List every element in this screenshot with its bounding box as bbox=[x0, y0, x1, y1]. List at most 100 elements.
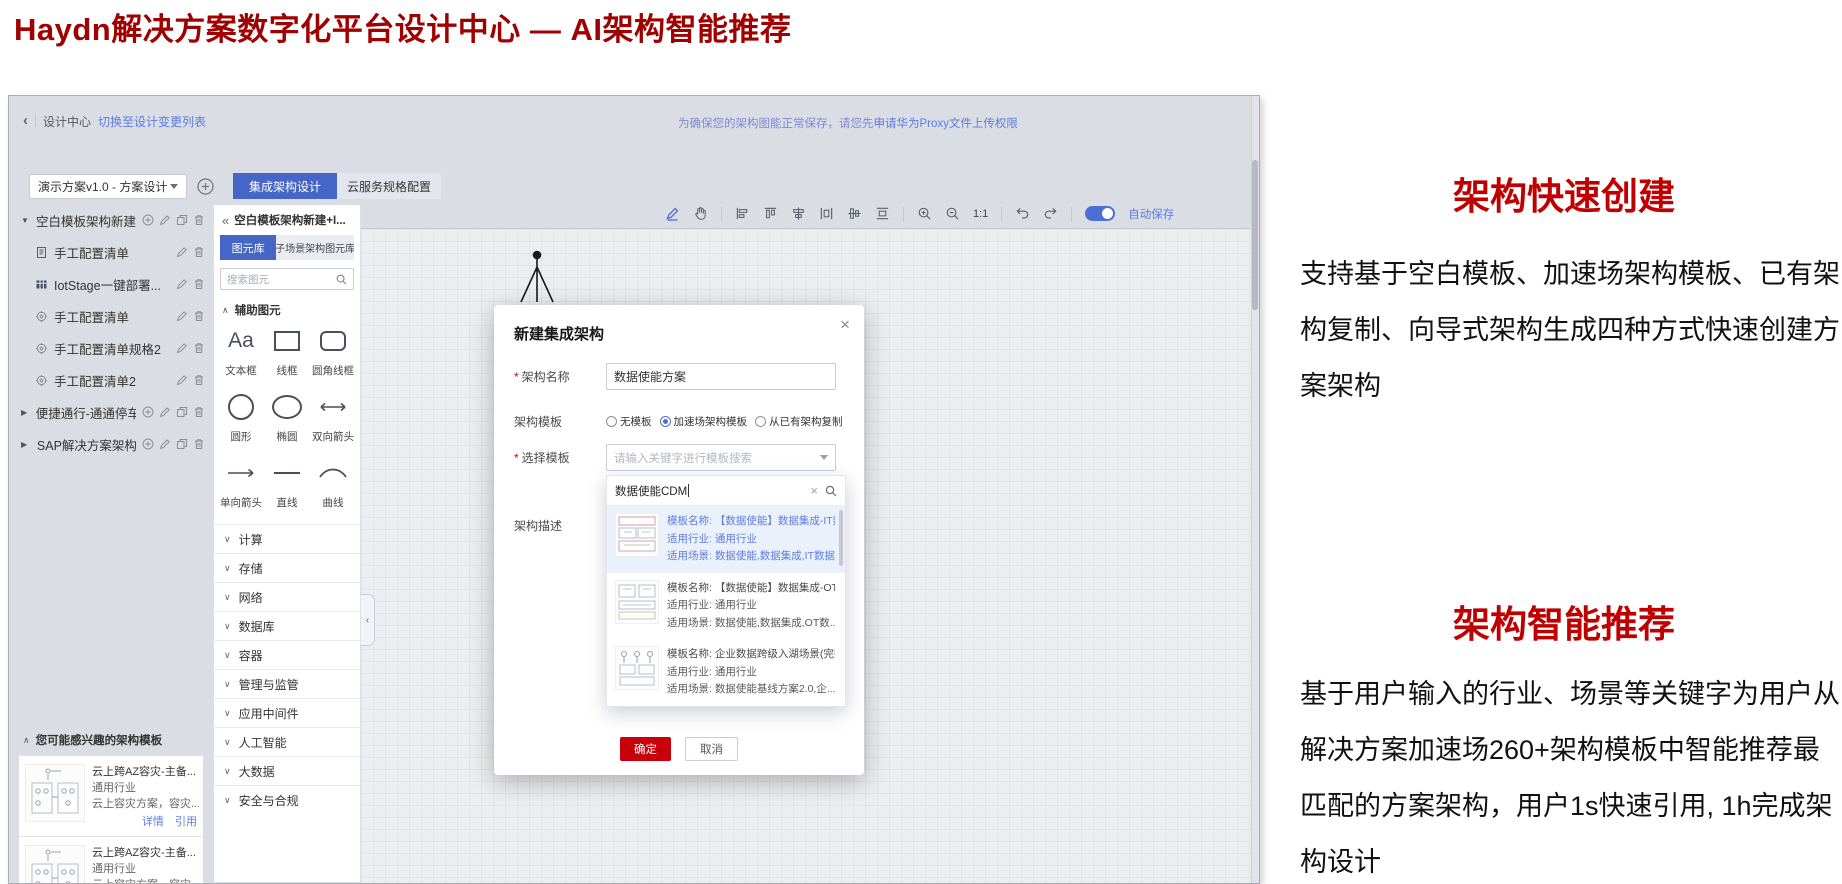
delete-icon[interactable] bbox=[193, 214, 205, 226]
radio-accelerator-template[interactable]: 加速场架构模板 bbox=[659, 414, 747, 429]
delete-icon[interactable] bbox=[193, 278, 205, 290]
category-network[interactable]: ∨ 网络 bbox=[214, 582, 360, 611]
tree-item-parking[interactable]: ▶ 便捷通行-通通停车... bbox=[19, 396, 209, 428]
tree-item-blank-template[interactable]: ▼ 空白模板架构新建... bbox=[19, 204, 209, 236]
template-option[interactable]: 模板名称: 【数据使能】数据集成-IT数据... 适用行业: 通用行业 适用场景… bbox=[607, 506, 845, 573]
edit-icon[interactable] bbox=[176, 278, 188, 290]
tree-item-iotstage-deploy[interactable]: IotStage一键部署... bbox=[19, 268, 209, 300]
canvas-shape-tripod[interactable] bbox=[514, 248, 560, 309]
proxy-permission-link[interactable]: 申请华为Proxy文件上传权限 bbox=[874, 118, 1018, 130]
copy-icon[interactable] bbox=[176, 438, 188, 450]
tree-item-manual-config-spec2[interactable]: 手工配置清单规格2 bbox=[19, 332, 209, 364]
edit-icon[interactable] bbox=[159, 406, 171, 418]
cite-link[interactable]: 引用 bbox=[175, 816, 197, 828]
tree-item-sap[interactable]: ▶ SAP解决方案架构 bbox=[19, 428, 209, 460]
template-card[interactable]: 云上跨AZ容灾-主备... 通用行业 云上容灾方案，容灾... 详情 引用 bbox=[19, 837, 203, 883]
architecture-name-input[interactable] bbox=[606, 363, 836, 390]
shape-double-arrow[interactable]: 双向箭头 bbox=[310, 392, 356, 444]
edit-icon[interactable] bbox=[159, 214, 171, 226]
delete-icon[interactable] bbox=[193, 246, 205, 258]
template-select[interactable]: 请输入关键字进行模板搜索 bbox=[606, 444, 836, 471]
close-icon[interactable]: × bbox=[840, 315, 850, 335]
caret-right-icon[interactable]: ▶ bbox=[21, 408, 30, 417]
distribute-h-icon[interactable] bbox=[819, 206, 834, 221]
tab-element-library[interactable]: 图元库 bbox=[220, 235, 277, 260]
category-compute[interactable]: ∨ 计算 bbox=[214, 524, 360, 553]
add-icon[interactable] bbox=[142, 406, 154, 418]
tree-item-manual-config-2[interactable]: 手工配置清单 bbox=[19, 300, 209, 332]
pan-tool-icon[interactable] bbox=[693, 206, 708, 221]
tab-subscene-library[interactable]: 子场景架构图元库 bbox=[276, 235, 354, 260]
switch-change-list-link[interactable]: 切换至设计变更列表 bbox=[98, 113, 206, 130]
edit-icon[interactable] bbox=[176, 246, 188, 258]
cancel-button[interactable]: 取消 bbox=[685, 737, 738, 761]
add-icon[interactable] bbox=[142, 438, 154, 450]
delete-icon[interactable] bbox=[193, 342, 205, 354]
shape-line[interactable]: 直线 bbox=[264, 458, 310, 510]
delete-icon[interactable] bbox=[193, 438, 205, 450]
collapse-panel-icon[interactable]: « bbox=[222, 213, 229, 228]
caret-right-icon[interactable]: ▶ bbox=[21, 440, 31, 449]
delete-icon[interactable] bbox=[193, 310, 205, 322]
shape-ellipse[interactable]: 椭圆 bbox=[264, 392, 310, 444]
shape-arrow[interactable]: 单向箭头 bbox=[218, 458, 264, 510]
shape-rect[interactable]: 线框 bbox=[264, 326, 310, 378]
caret-down-icon[interactable]: ▼ bbox=[21, 216, 30, 225]
template-card[interactable]: 云上跨AZ容灾-主备... 通用行业 云上容灾方案，容灾... 详情 引用 bbox=[19, 756, 203, 837]
radio-no-template[interactable]: 无模板 bbox=[606, 414, 652, 429]
category-middleware[interactable]: ∨ 应用中间件 bbox=[214, 698, 360, 727]
edit-tool-icon[interactable] bbox=[665, 206, 680, 221]
align-h-center-icon[interactable] bbox=[791, 206, 806, 221]
category-database[interactable]: ∨ 数据库 bbox=[214, 611, 360, 640]
undo-icon[interactable] bbox=[1015, 206, 1030, 221]
delete-icon[interactable] bbox=[193, 406, 205, 418]
template-option[interactable]: 模板名称: 企业数据跨级入湖场景(完整架... 适用行业: 通用行业 适用场景:… bbox=[607, 639, 845, 706]
scrollbar-thumb[interactable] bbox=[1252, 160, 1258, 310]
add-icon[interactable] bbox=[142, 214, 154, 226]
copy-icon[interactable] bbox=[176, 214, 188, 226]
autosave-toggle[interactable] bbox=[1085, 206, 1116, 221]
scheme-select[interactable]: 演示方案v1.0 - 方案设计 bbox=[29, 174, 187, 199]
shape-curve[interactable]: 曲线 bbox=[310, 458, 356, 510]
collapse-palette-handle[interactable]: ‹ bbox=[361, 594, 375, 646]
shape-circle[interactable]: 圆形 bbox=[218, 392, 264, 444]
category-management[interactable]: ∨ 管理与监管 bbox=[214, 669, 360, 698]
delete-icon[interactable] bbox=[193, 374, 205, 386]
palette-search-input[interactable]: 搜索图元 bbox=[220, 268, 354, 290]
shape-rounded-rect[interactable]: 圆角线框 bbox=[310, 326, 356, 378]
back-icon[interactable]: ‹ bbox=[23, 113, 28, 128]
zoom-out-icon[interactable] bbox=[945, 206, 960, 221]
zoom-ratio-button[interactable]: 1:1 bbox=[973, 208, 988, 220]
category-bigdata[interactable]: ∨ 大数据 bbox=[214, 756, 360, 785]
redo-icon[interactable] bbox=[1043, 206, 1058, 221]
clear-icon[interactable]: × bbox=[810, 484, 818, 497]
shape-textbox[interactable]: Aa 文本框 bbox=[218, 326, 264, 378]
category-security[interactable]: ∨ 安全与合规 bbox=[214, 785, 360, 814]
template-option[interactable]: 模板名称: 【数据使能】数据集成-OT数据... 适用行业: 通用行业 适用场景… bbox=[607, 573, 845, 640]
category-ai[interactable]: ∨ 人工智能 bbox=[214, 727, 360, 756]
add-scheme-button[interactable] bbox=[197, 178, 214, 195]
copy-icon[interactable] bbox=[176, 406, 188, 418]
align-left-icon[interactable] bbox=[735, 206, 750, 221]
edit-icon[interactable] bbox=[159, 438, 171, 450]
radio-copy-existing[interactable]: 从已有架构复制 bbox=[755, 414, 843, 429]
distribute-v-icon[interactable] bbox=[875, 206, 890, 221]
category-container[interactable]: ∨ 容器 bbox=[214, 640, 360, 669]
template-search-input[interactable]: 数据使能CDM × bbox=[607, 476, 845, 506]
edit-icon[interactable] bbox=[176, 374, 188, 386]
zoom-in-icon[interactable] bbox=[917, 206, 932, 221]
edit-icon[interactable] bbox=[176, 310, 188, 322]
window-scrollbar[interactable] bbox=[1251, 96, 1259, 883]
tab-integration-architecture[interactable]: 集成架构设计 bbox=[233, 173, 337, 199]
tab-cloud-service-spec[interactable]: 云服务规格配置 bbox=[337, 173, 441, 199]
aux-elements-header[interactable]: ∧ 辅助图元 bbox=[222, 302, 352, 318]
category-storage[interactable]: ∨ 存储 bbox=[214, 553, 360, 582]
detail-link[interactable]: 详情 bbox=[142, 816, 164, 828]
tree-item-manual-config-1[interactable]: 手工配置清单 bbox=[19, 236, 209, 268]
dropdown-scrollbar[interactable] bbox=[839, 510, 843, 566]
search-icon[interactable] bbox=[825, 485, 837, 497]
confirm-button[interactable]: 确定 bbox=[620, 737, 671, 761]
align-v-center-icon[interactable] bbox=[847, 206, 862, 221]
align-top-icon[interactable] bbox=[763, 206, 778, 221]
recommended-templates-header[interactable]: ∧ 您可能感兴趣的架构模板 bbox=[19, 729, 209, 751]
